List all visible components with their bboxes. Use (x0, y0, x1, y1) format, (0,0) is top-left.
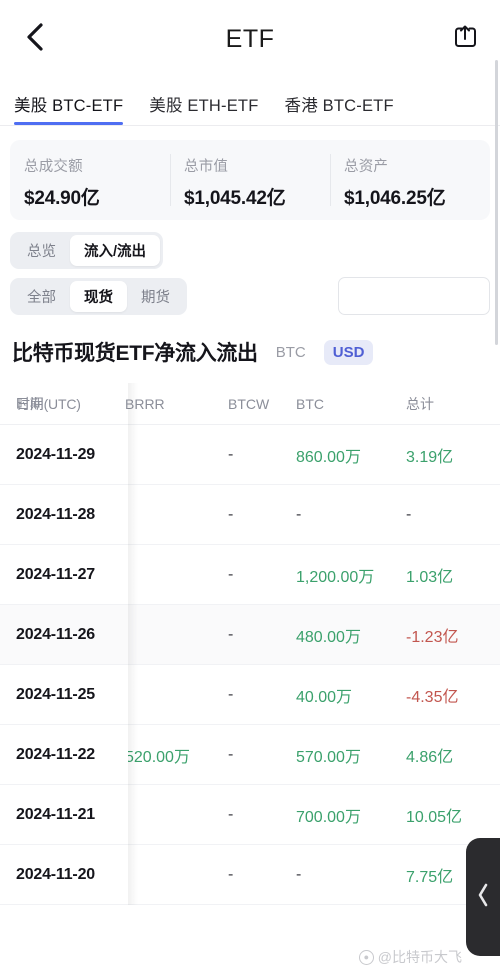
segment-overview[interactable]: 总览 (13, 235, 70, 266)
tab-hk-btc-etf[interactable]: 香港 BTC-ETF (285, 92, 394, 125)
cell-total: 3.19亿 (406, 448, 454, 466)
stat-total-market-cap: 总市值 $1,045.42亿 (170, 140, 330, 220)
cell-btc: 480.00万 (296, 628, 361, 646)
tab-us-eth-etf[interactable]: 美股 ETH-ETF (149, 92, 258, 125)
share-button[interactable] (448, 22, 482, 56)
cell-date: 2024-11-27 (16, 565, 95, 583)
table-body: 2024-11-29 - 860.00万 3.19亿 2024-11-28 - … (0, 425, 500, 905)
table-row[interactable]: 2024-11-20 - - 7.75亿 (0, 845, 500, 905)
table-row[interactable]: 2024-11-28 - - - (0, 485, 500, 545)
cell-date: 2024-11-29 (16, 445, 95, 463)
cell-date: 2024-11-22 (16, 745, 95, 763)
cell-btc: 700.00万 (296, 808, 361, 826)
table-row[interactable]: 2024-11-29 - 860.00万 3.19亿 (0, 425, 500, 485)
top-bar: ETF (0, 0, 500, 78)
cell-total: -1.23亿 (406, 628, 459, 646)
cell-btc: - (296, 865, 302, 883)
segment-inflow-outflow[interactable]: 流入/流出 (70, 235, 161, 266)
back-button[interactable] (18, 22, 52, 56)
column-header-brrr[interactable]: BRRR (125, 396, 228, 412)
table-row[interactable]: 2024-11-21 - 700.00万 10.05亿 (0, 785, 500, 845)
cell-date: 2024-11-25 (16, 685, 95, 703)
cell-btcw: - (228, 685, 234, 703)
search-box (338, 277, 490, 315)
cell-total: 4.86亿 (406, 748, 454, 766)
flow-table: 日期 时间(UTC) BRRR BTCW BTC 总计 2024-11-29 -… (0, 383, 500, 905)
cell-btc: 570.00万 (296, 748, 361, 766)
cell-btc: 1,200.00万 (296, 568, 375, 586)
stat-value: $1,046.25亿 (344, 188, 446, 209)
share-icon (452, 24, 478, 55)
type-segment: 全部 现货 期货 (10, 277, 187, 315)
stats-section: 总成交额 $24.90亿 总市值 $1,045.42亿 总资产 $1,046.2… (0, 126, 500, 220)
cell-btc: 860.00万 (296, 448, 361, 466)
watermark: ● @比特币大飞 (358, 947, 462, 967)
stat-label: 总资产 (344, 159, 389, 175)
stat-label: 总成交额 (24, 159, 83, 175)
column-header-btc[interactable]: BTC (296, 396, 406, 412)
search-input[interactable] (339, 278, 489, 314)
cell-date: 2024-11-20 (16, 865, 95, 883)
vertical-scrollbar[interactable] (495, 60, 498, 345)
tab-us-btc-etf[interactable]: 美股 BTC-ETF (14, 92, 124, 125)
cell-brrr: 520.00万 (128, 748, 190, 766)
stat-label: 总市值 (184, 159, 229, 175)
cell-btcw: - (228, 745, 234, 763)
cell-total: - (406, 505, 412, 523)
cell-btc: 40.00万 (296, 688, 353, 706)
cell-date: 2024-11-28 (16, 505, 95, 523)
currency-toggle-usd[interactable]: USD (323, 339, 374, 365)
weibo-icon: ● (358, 949, 374, 965)
chart-title: 比特币现货ETF净流入流出 (12, 342, 258, 365)
column-header-total[interactable]: 总计 (406, 394, 500, 414)
cell-date: 2024-11-21 (16, 805, 95, 823)
segment-all[interactable]: 全部 (13, 281, 70, 312)
cell-total: 1.03亿 (406, 568, 454, 586)
stat-total-assets: 总资产 $1,046.25亿 (330, 140, 490, 220)
currency-toggle-btc[interactable]: BTC (267, 340, 315, 365)
cell-btcw: - (228, 805, 234, 823)
floating-side-handle[interactable] (466, 838, 500, 956)
table-row[interactable]: 2024-11-27 - 1,200.00万 1.03亿 (0, 545, 500, 605)
cell-date: 2024-11-26 (16, 625, 95, 643)
tab-label: 美股 BTC-ETF (14, 97, 124, 115)
view-segment: 总览 流入/流出 (10, 232, 164, 269)
tab-label: 香港 BTC-ETF (284, 97, 394, 115)
column-header-date[interactable]: 日期 时间(UTC) (0, 394, 128, 414)
chevron-left-icon (24, 22, 46, 57)
stat-total-volume: 总成交额 $24.90亿 (10, 140, 170, 220)
etf-page: ETF 美股 BTC-ETF 美股 ETH-ETF 香港 BTC-ETF 总成交… (0, 0, 500, 973)
view-segment-row: 总览 流入/流出 (0, 220, 500, 269)
cell-btcw: - (228, 565, 234, 583)
table-row[interactable]: 2024-11-25 - 40.00万 -4.35亿 (0, 665, 500, 725)
stats-card: 总成交额 $24.90亿 总市值 $1,045.42亿 总资产 $1,046.2… (10, 140, 490, 220)
stat-value: $24.90亿 (24, 188, 100, 209)
tab-label: 美股 ETH-ETF (149, 97, 259, 115)
type-segment-row: 全部 现货 期货 (0, 269, 500, 315)
watermark-text: @比特币大飞 (377, 949, 462, 965)
market-tabs: 美股 BTC-ETF 美股 ETH-ETF 香港 BTC-ETF (0, 78, 500, 126)
column-header-date-label: 时间(UTC) (16, 395, 81, 412)
page-title: ETF (225, 24, 275, 53)
cell-total: -4.35亿 (406, 688, 459, 706)
table-row[interactable]: 2024-11-26 - 480.00万 -1.23亿 (0, 605, 500, 665)
segment-futures[interactable]: 期货 (127, 281, 184, 312)
stat-value: $1,045.42亿 (184, 188, 286, 209)
chart-title-row: 比特币现货ETF净流入流出 BTC USD (0, 315, 500, 367)
cell-total: 10.05亿 (406, 808, 463, 826)
table-row[interactable]: 2024-11-22 520.00万 - 570.00万 4.86亿 (0, 725, 500, 785)
cell-btcw: - (228, 445, 234, 463)
segment-spot[interactable]: 现货 (70, 280, 127, 312)
table-header-row: 日期 时间(UTC) BRRR BTCW BTC 总计 (0, 383, 500, 425)
chevron-left-icon (475, 881, 491, 914)
cell-btc: - (296, 505, 302, 523)
cell-btcw: - (228, 625, 234, 643)
cell-btcw: - (228, 505, 234, 523)
column-header-btcw[interactable]: BTCW (228, 396, 296, 412)
cell-btcw: - (228, 865, 234, 883)
